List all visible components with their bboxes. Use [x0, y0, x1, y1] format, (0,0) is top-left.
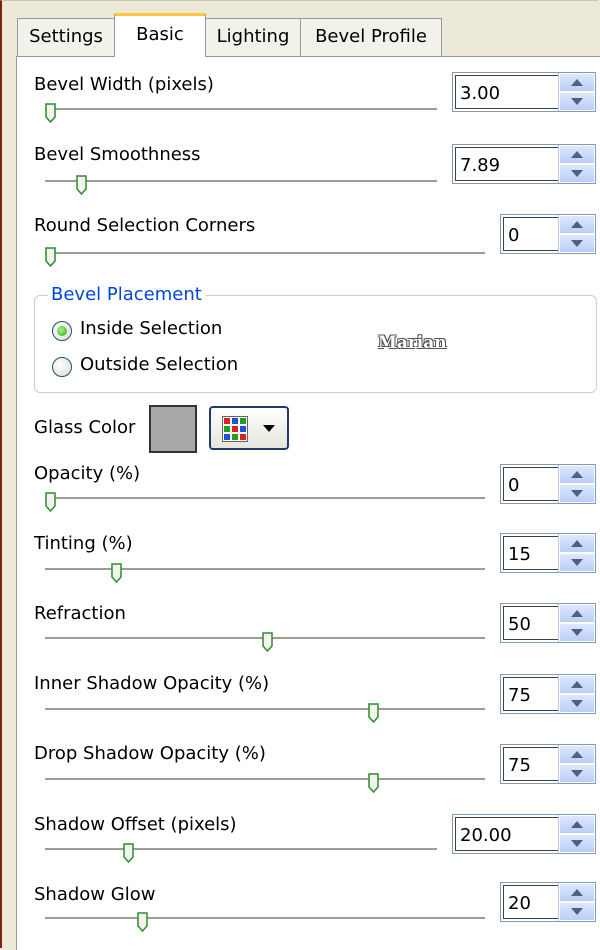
panel-content: Bevel Width (pixels) 3.00 Bevel Smoothne…	[0, 0, 600, 950]
opacity-track	[45, 497, 485, 500]
spin-down-icon[interactable]	[559, 164, 595, 183]
drop-shadow-slider[interactable]	[368, 773, 379, 793]
color-grid-icon	[222, 416, 248, 442]
bevel-smoothness-track	[45, 180, 437, 183]
inner-shadow-track	[45, 708, 485, 711]
shadow-offset-input[interactable]: 20.00	[455, 817, 558, 851]
tinting-input[interactable]: 15	[503, 536, 558, 570]
shadow-offset-slider[interactable]	[123, 843, 134, 863]
tinting-label: Tinting (%)	[34, 533, 133, 554]
drop-shadow-track	[45, 778, 485, 781]
inner-shadow-spinner[interactable]: 75	[500, 674, 596, 714]
refraction-label: Refraction	[34, 603, 126, 624]
inner-shadow-slider[interactable]	[368, 703, 379, 723]
shadow-glow-input[interactable]: 20	[503, 885, 558, 919]
spin-down-icon[interactable]	[559, 92, 595, 111]
dropdown-arrow-icon	[263, 425, 275, 432]
spin-up-icon[interactable]	[559, 465, 595, 484]
bevel-placement-title: Bevel Placement	[48, 284, 205, 305]
shadow-glow-slider[interactable]	[137, 912, 148, 932]
spin-up-icon[interactable]	[559, 73, 595, 92]
bevel-width-spinner[interactable]: 3.00	[452, 72, 596, 112]
spin-up-icon[interactable]	[559, 145, 595, 164]
inside-selection-label[interactable]: Inside Selection	[80, 318, 222, 339]
opacity-label: Opacity (%)	[34, 463, 141, 484]
bevel-width-slider[interactable]	[45, 103, 56, 123]
drop-shadow-spinner[interactable]: 75	[500, 744, 596, 784]
spin-down-icon[interactable]	[559, 484, 595, 503]
shadow-glow-spinner[interactable]: 20	[500, 882, 596, 922]
opacity-slider[interactable]	[45, 492, 56, 512]
round-corners-label: Round Selection Corners	[34, 215, 256, 236]
tinting-slider[interactable]	[111, 563, 122, 583]
drop-shadow-label: Drop Shadow Opacity (%)	[34, 743, 266, 764]
spin-up-icon[interactable]	[559, 883, 595, 902]
spin-down-icon[interactable]	[559, 834, 595, 853]
spin-up-icon[interactable]	[559, 675, 595, 694]
spin-down-icon[interactable]	[559, 623, 595, 642]
bevel-smoothness-label: Bevel Smoothness	[34, 144, 201, 165]
outside-selection-label[interactable]: Outside Selection	[80, 354, 238, 375]
refraction-input[interactable]: 50	[503, 606, 558, 640]
opacity-spinner[interactable]: 0	[500, 464, 596, 504]
drop-shadow-input[interactable]: 75	[503, 747, 558, 781]
spin-down-icon[interactable]	[559, 694, 595, 713]
color-picker-button[interactable]	[209, 406, 289, 450]
bevel-smoothness-spinner[interactable]: 7.89	[452, 144, 596, 184]
spin-up-icon[interactable]	[559, 745, 595, 764]
spin-up-icon[interactable]	[559, 215, 595, 234]
bevel-width-track	[45, 108, 437, 111]
bevel-width-label: Bevel Width (pixels)	[34, 74, 214, 95]
refraction-spinner[interactable]: 50	[500, 603, 596, 643]
spin-down-icon[interactable]	[559, 764, 595, 783]
spin-up-icon[interactable]	[559, 534, 595, 553]
bevel-smoothness-input[interactable]: 7.89	[455, 147, 558, 181]
shadow-glow-track	[45, 917, 485, 920]
spin-down-icon[interactable]	[559, 902, 595, 921]
bevel-smoothness-slider[interactable]	[76, 175, 87, 195]
round-corners-track	[45, 252, 485, 255]
inner-shadow-input[interactable]: 75	[503, 677, 558, 711]
round-corners-slider[interactable]	[45, 247, 56, 267]
outside-selection-radio[interactable]	[52, 357, 72, 377]
shadow-glow-label: Shadow Glow	[34, 884, 156, 905]
round-corners-input[interactable]: 0	[503, 217, 558, 251]
shadow-offset-label: Shadow Offset (pixels)	[34, 814, 237, 835]
inner-shadow-label: Inner Shadow Opacity (%)	[34, 673, 270, 694]
bevel-width-input[interactable]: 3.00	[455, 75, 558, 109]
inside-selection-radio[interactable]	[52, 321, 72, 341]
shadow-offset-track	[45, 848, 437, 851]
opacity-input[interactable]: 0	[503, 467, 558, 501]
bevel-placement-group	[34, 295, 597, 393]
shadow-offset-spinner[interactable]: 20.00	[452, 814, 596, 854]
spin-down-icon[interactable]	[559, 553, 595, 572]
tinting-spinner[interactable]: 15	[500, 533, 596, 573]
spin-down-icon[interactable]	[559, 234, 595, 253]
round-corners-spinner[interactable]: 0	[500, 214, 596, 254]
spin-up-icon[interactable]	[559, 604, 595, 623]
spin-up-icon[interactable]	[559, 815, 595, 834]
glass-color-label: Glass Color	[34, 417, 136, 438]
watermark-text: Marian	[378, 333, 447, 353]
glass-color-swatch[interactable]	[148, 404, 198, 454]
refraction-slider[interactable]	[262, 632, 273, 652]
